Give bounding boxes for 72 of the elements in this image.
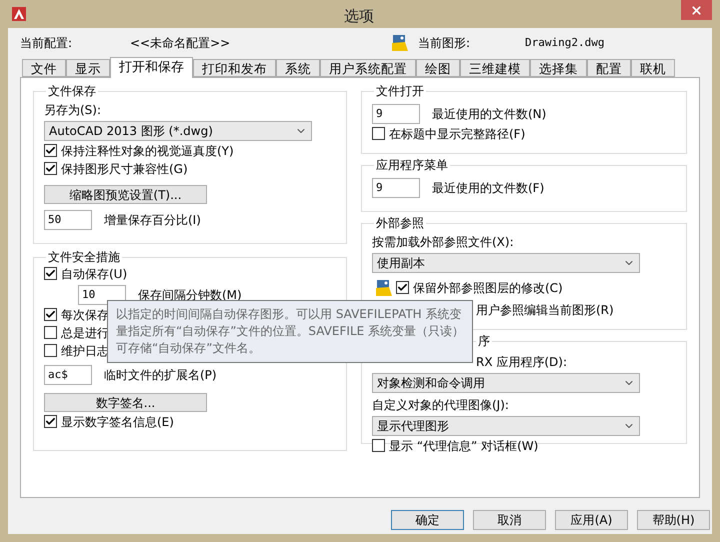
dropdown[interactable]: 对象检测和命令调用 bbox=[372, 373, 640, 393]
tab[interactable]: 绘图 bbox=[416, 59, 460, 77]
checkbox[interactable] bbox=[44, 267, 57, 280]
group-title: 文件打开 bbox=[375, 84, 425, 98]
checkbox[interactable] bbox=[44, 144, 57, 157]
number-field[interactable]: 9 bbox=[372, 104, 420, 124]
checkbox[interactable] bbox=[372, 127, 385, 140]
tab[interactable]: 系统 bbox=[276, 59, 320, 77]
field-label: 最近使用的文件数(N) bbox=[432, 106, 546, 123]
drawing-file-icon bbox=[392, 34, 408, 52]
dropdown[interactable]: AutoCAD 2013 图形 (*.dwg) bbox=[44, 121, 312, 141]
checkbox-label: 显示数字签名信息(E) bbox=[61, 414, 174, 430]
field-label: 保存间隔分钟数(M) bbox=[138, 287, 242, 304]
number-field[interactable]: ac$ bbox=[44, 365, 92, 385]
group-title: 文件安全措施 bbox=[47, 250, 121, 264]
checkbox-label: 保持注释性对象的视觉逼真度(Y) bbox=[61, 142, 234, 160]
number-field[interactable]: 10 bbox=[78, 285, 126, 305]
tooltip-text: 以指定的时间间隔自动保存图形。可以用 SAVEFILEPATH 系统变 bbox=[116, 306, 463, 323]
group-title: 文件保存 bbox=[47, 84, 97, 98]
drawing-file-icon bbox=[376, 278, 392, 296]
checkbox-label: 保留外部参照图层的修改(C) bbox=[413, 280, 563, 296]
field-label: 临时文件的扩展名(P) bbox=[104, 367, 217, 384]
checkbox[interactable] bbox=[44, 344, 57, 357]
checkbox-label: 在标题中显示完整路径(F) bbox=[389, 126, 526, 142]
settings-button[interactable]: 数字签名... bbox=[44, 393, 207, 412]
drawing-label: 当前图形: bbox=[418, 35, 472, 52]
tab[interactable]: 配置 bbox=[587, 59, 631, 77]
tab[interactable]: 打开和保存 bbox=[110, 57, 193, 78]
tab[interactable]: 显示 bbox=[66, 59, 110, 77]
dialog-button[interactable]: 取消 bbox=[473, 510, 546, 530]
tab[interactable]: 选择集 bbox=[530, 59, 587, 77]
app-logo-icon bbox=[12, 7, 26, 21]
checkbox-label: 显示 “代理信息” 对话框(W) bbox=[389, 438, 538, 454]
field-label: 最近使用的文件数(F) bbox=[432, 180, 544, 197]
number-field[interactable]: 9 bbox=[372, 178, 420, 198]
number-field[interactable]: 50 bbox=[44, 210, 92, 230]
profile-name: <<未命名配置>> bbox=[130, 35, 232, 52]
field-label: 按需加载外部参照文件(X): bbox=[372, 234, 514, 250]
field-label: 用户参照编辑当前图形(R) bbox=[476, 302, 614, 318]
field-label: RX 应用程序(D): bbox=[476, 354, 568, 370]
tab[interactable]: 打印和发布 bbox=[193, 59, 276, 77]
settings-button[interactable]: 缩略图预览设置(T)... bbox=[44, 185, 207, 204]
tab[interactable]: 文件 bbox=[22, 59, 66, 77]
profile-label: 当前配置: bbox=[20, 35, 74, 52]
checkbox[interactable] bbox=[372, 439, 385, 452]
field-label: 另存为(S): bbox=[44, 102, 102, 118]
checkbox-label: 保持图形尺寸兼容性(G) bbox=[61, 160, 188, 178]
dropdown[interactable]: 显示代理图形 bbox=[372, 416, 640, 436]
checkbox-label: 自动保存(U) bbox=[61, 266, 128, 282]
tab[interactable]: 三维建模 bbox=[460, 59, 530, 77]
dialog-button[interactable]: 帮助(H) bbox=[637, 510, 710, 530]
close-button[interactable] bbox=[681, 0, 712, 20]
drawing-name: Drawing2.dwg bbox=[525, 34, 604, 51]
close-icon bbox=[690, 4, 703, 16]
group-title: 外部参照 bbox=[375, 216, 425, 230]
tooltip-text: 可存储“自动保存”文件名。 bbox=[116, 340, 262, 357]
checkbox[interactable] bbox=[44, 326, 57, 339]
dialog-button[interactable]: 确定 bbox=[391, 510, 464, 530]
tab[interactable]: 联机 bbox=[631, 59, 675, 77]
dialog-button[interactable]: 应用(A) bbox=[555, 510, 628, 530]
group-title: 序 bbox=[477, 334, 491, 348]
group-title: 应用程序菜单 bbox=[375, 158, 449, 172]
checkbox[interactable] bbox=[396, 281, 409, 294]
window-title: 选项 bbox=[344, 6, 374, 27]
field-label: 自定义对象的代理图像(J): bbox=[372, 397, 509, 413]
field-label: 增量保存百分比(I) bbox=[104, 212, 201, 229]
dropdown[interactable]: 使用副本 bbox=[372, 253, 640, 273]
tooltip-text: 量指定所有“自动保存”文件的位置。SAVEFILE 系统变量（只读） bbox=[116, 323, 464, 340]
tab[interactable]: 用户系统配置 bbox=[320, 59, 416, 77]
checkbox[interactable] bbox=[44, 308, 57, 321]
checkbox[interactable] bbox=[44, 415, 57, 428]
checkbox[interactable] bbox=[44, 162, 57, 175]
